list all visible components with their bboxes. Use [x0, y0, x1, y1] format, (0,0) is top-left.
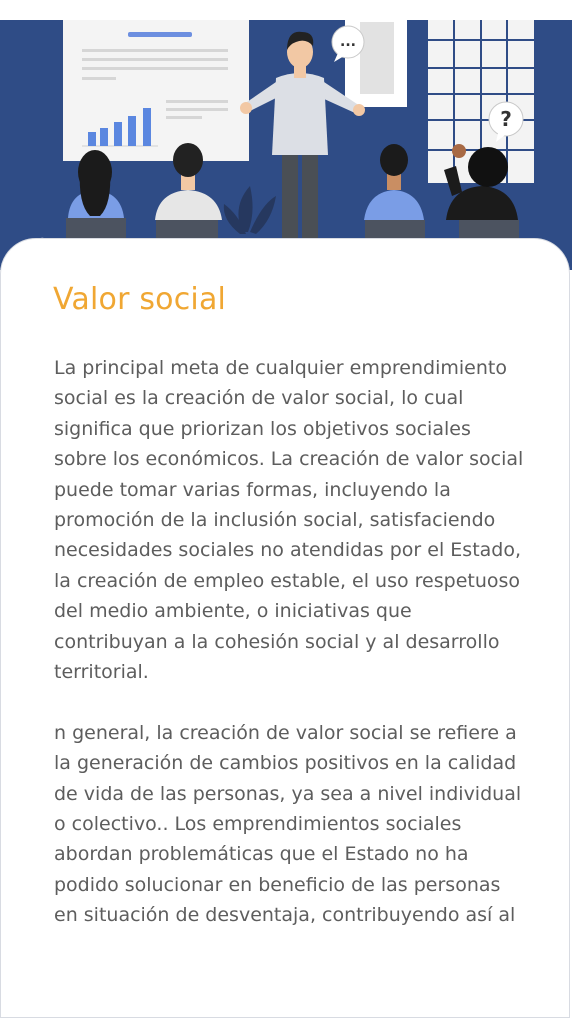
whiteboard	[63, 20, 249, 161]
speech-bubble-text: ...	[340, 34, 356, 50]
section-title: Valor social	[53, 282, 227, 317]
body-paragraph-2: n general, la creación de valor social s…	[54, 721, 522, 927]
body-paragraph-1: La principal meta de cualquier emprendim…	[54, 357, 524, 684]
plant-icon	[223, 186, 276, 234]
section-body: La principal meta de cualquier emprendim…	[54, 353, 524, 986]
question-bubble-text: ?	[500, 107, 512, 131]
top-status-area	[0, 0, 572, 20]
presentation-illustration: ... ?	[0, 20, 572, 270]
